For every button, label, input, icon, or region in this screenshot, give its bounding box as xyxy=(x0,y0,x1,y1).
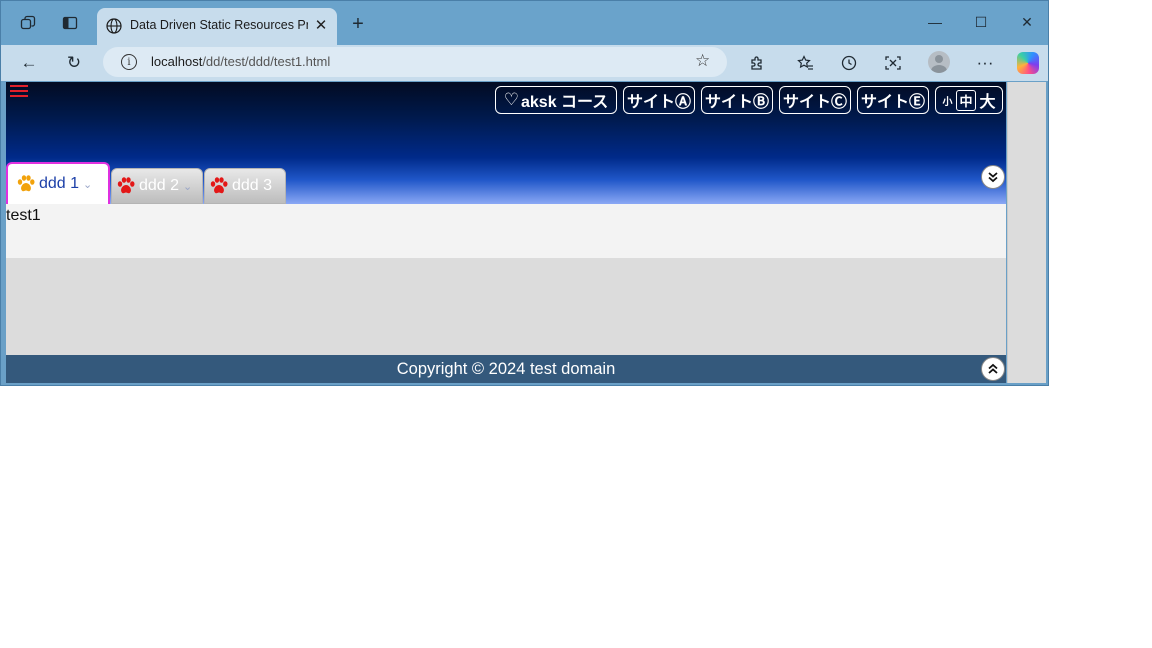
text-size-small[interactable]: 小 xyxy=(942,93,952,108)
heart-icon: ♡ xyxy=(503,90,519,109)
screenshot-icon[interactable] xyxy=(881,51,905,75)
header-button-site-a[interactable]: サイトⒶ xyxy=(623,86,695,114)
page-viewport: ♡ aksk コース サイトⒶ サイトⒷ サイトⒸ サイトⒺ 小 中 大 ddd… xyxy=(6,82,1006,383)
page-tab-2[interactable]: ddd 2 ⌄ xyxy=(111,168,203,204)
globe-icon xyxy=(106,18,122,34)
browser-tab-title: Data Driven Static Resources Project xyxy=(130,18,308,32)
content-text: test1 xyxy=(6,207,41,224)
address-url[interactable]: localhost/dd/test/ddd/test1.html xyxy=(151,54,330,69)
paw-icon xyxy=(17,175,35,192)
more-options-icon[interactable]: ··· xyxy=(973,51,997,75)
browser-tab-active[interactable]: Data Driven Static Resources Project ✕ xyxy=(97,8,337,45)
browser-tab-bar: Data Driven Static Resources Project ✕ +… xyxy=(1,1,1048,45)
paw-icon xyxy=(210,177,228,194)
header-button-site-b[interactable]: サイトⒷ xyxy=(701,86,773,114)
minimize-icon[interactable]: — xyxy=(920,11,950,33)
maximize-icon[interactable]: ☐ xyxy=(966,11,996,33)
reload-icon[interactable]: ↻ xyxy=(62,51,86,75)
url-path: /dd/test/ddd/test1.html xyxy=(202,54,331,69)
site-info-icon[interactable]: i xyxy=(121,54,137,70)
page-tab-label: ddd 2 xyxy=(139,177,180,194)
menu-icon[interactable] xyxy=(10,85,28,99)
scroll-up-button[interactable] xyxy=(981,357,1005,381)
page-tab-1[interactable]: ddd 1 ⌄ xyxy=(6,162,110,204)
double-chevron-down-icon xyxy=(988,172,998,183)
chevron-down-icon: ⌄ xyxy=(183,180,193,193)
page-tab-label: ddd 3 xyxy=(232,177,273,194)
address-bar[interactable]: i localhost/dd/test/ddd/test1.html ☆ xyxy=(103,47,727,77)
close-tab-icon[interactable]: ✕ xyxy=(311,15,331,35)
scroll-down-button[interactable] xyxy=(981,165,1005,189)
text-size-large[interactable]: 大 xyxy=(980,88,996,112)
workspaces-icon[interactable] xyxy=(18,13,38,33)
header-button-site-c[interactable]: サイトⒸ xyxy=(779,86,851,114)
chevron-down-icon: ⌄ xyxy=(83,178,93,191)
page-tab-3[interactable]: ddd 3 xyxy=(204,168,286,204)
favorites-icon[interactable] xyxy=(793,51,817,75)
main-content: test1 xyxy=(6,204,1006,258)
new-tab-button[interactable]: + xyxy=(347,13,369,35)
header-button-site-e[interactable]: サイトⒺ xyxy=(857,86,929,114)
back-icon[interactable]: ← xyxy=(17,51,41,75)
page-tab-label: ddd 1 xyxy=(39,175,80,192)
browser-toolbar: ← ↻ i localhost/dd/test/ddd/test1.html ☆… xyxy=(1,45,1048,81)
page-scrollbar[interactable] xyxy=(1007,82,1046,383)
copyright-text: Copyright © 2024 test domain xyxy=(396,359,616,378)
browser-window: Data Driven Static Resources Project ✕ +… xyxy=(0,0,1049,386)
close-window-icon[interactable]: ✕ xyxy=(1012,11,1042,33)
header-button-course[interactable]: ♡ aksk コース xyxy=(495,86,617,114)
text-size-selector: 小 中 大 xyxy=(935,86,1003,114)
double-chevron-up-icon xyxy=(988,363,998,374)
copilot-icon[interactable] xyxy=(1017,52,1039,74)
paw-icon xyxy=(117,177,135,194)
text-size-medium[interactable]: 中 xyxy=(956,89,976,111)
history-icon[interactable] xyxy=(837,51,861,75)
vertical-tabs-icon[interactable] xyxy=(60,13,80,33)
profile-avatar[interactable] xyxy=(928,51,950,73)
site-header: ♡ aksk コース サイトⒶ サイトⒷ サイトⒸ サイトⒺ 小 中 大 ddd… xyxy=(6,82,1006,204)
header-button-label: aksk コース xyxy=(521,94,609,111)
url-host: localhost xyxy=(151,54,203,69)
site-footer: Copyright © 2024 test domain xyxy=(6,355,1006,383)
extensions-icon[interactable] xyxy=(745,51,769,75)
favorite-star-icon[interactable]: ☆ xyxy=(695,51,710,71)
